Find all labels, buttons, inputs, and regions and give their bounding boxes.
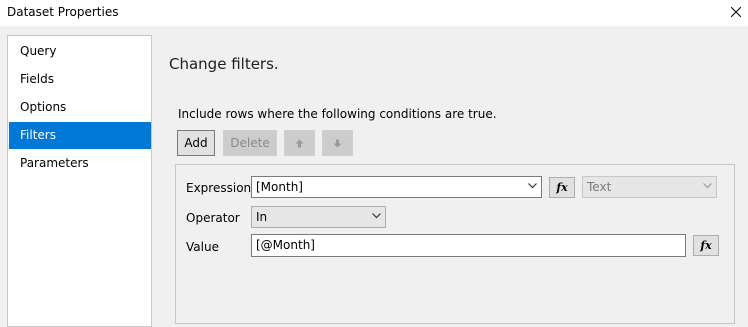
page-title: Change filters.	[169, 55, 279, 73]
type-combobox[interactable]: Text	[582, 176, 717, 198]
move-up-button[interactable]	[284, 130, 315, 156]
arrow-up-icon	[295, 139, 304, 147]
value-label: Value	[186, 240, 219, 254]
sidebar: Query Fields Options Filters Parameters	[7, 35, 152, 327]
sidebar-item-fields[interactable]: Fields	[9, 66, 151, 93]
instructions-text: Include rows where the following conditi…	[178, 107, 497, 121]
value-field[interactable]: [@Month]	[251, 234, 686, 257]
operator-label: Operator	[186, 211, 240, 225]
operator-combobox[interactable]: In	[251, 206, 386, 228]
chevron-down-icon	[528, 183, 537, 189]
close-button[interactable]	[725, 2, 747, 22]
window-title: Dataset Properties	[7, 5, 119, 19]
expression-combobox[interactable]: [Month]	[251, 176, 542, 198]
sidebar-item-query[interactable]: Query	[9, 38, 151, 65]
type-value: Text	[587, 180, 612, 194]
expression-fx-button[interactable]: fx	[549, 177, 575, 198]
expression-label: Expression	[186, 181, 252, 195]
move-down-button[interactable]	[322, 130, 353, 156]
sidebar-item-filters[interactable]: Filters	[9, 122, 151, 149]
value-text: [@Month]	[256, 238, 315, 252]
chevron-down-icon	[703, 183, 712, 189]
value-fx-button[interactable]: fx	[693, 235, 719, 256]
title-bar: Dataset Properties	[0, 0, 748, 26]
add-button[interactable]: Add	[177, 130, 215, 156]
delete-button[interactable]: Delete	[223, 130, 277, 156]
sidebar-item-options[interactable]: Options	[9, 94, 151, 121]
expression-value: [Month]	[256, 180, 303, 194]
sidebar-item-parameters[interactable]: Parameters	[9, 150, 151, 177]
close-icon	[731, 7, 741, 17]
chevron-down-icon	[372, 213, 381, 219]
operator-value: In	[256, 210, 268, 224]
arrow-down-icon	[333, 139, 342, 147]
